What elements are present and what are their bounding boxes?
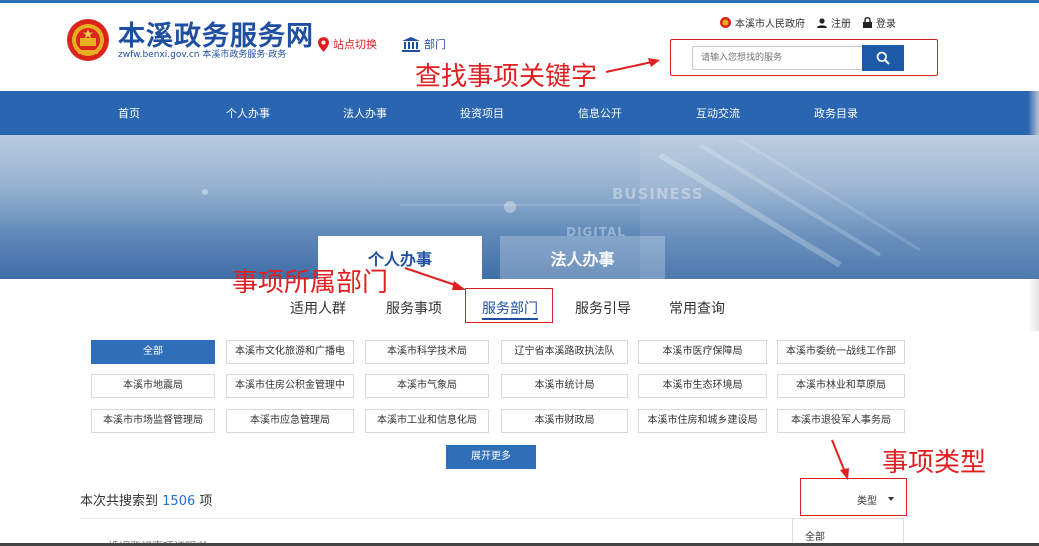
dept-item[interactable]: 本溪市工业和信息化局 — [365, 409, 489, 433]
top-links: 本溪市人民政府 注册 登录 — [720, 15, 896, 30]
city-gov-link[interactable]: 本溪市人民政府 — [720, 15, 805, 30]
type-option-all[interactable]: 全部 — [805, 528, 825, 543]
nav-interaction[interactable]: 互动交流 — [696, 105, 740, 121]
dept-item[interactable]: 本溪市气象局 — [365, 374, 489, 398]
nav-disclosure[interactable]: 信息公开 — [578, 105, 622, 121]
result-suffix: 项 — [199, 494, 213, 509]
nav-personal[interactable]: 个人办事 — [226, 105, 270, 121]
city-gov-label: 本溪市人民政府 — [735, 19, 805, 30]
tab-legal[interactable]: 法人办事 — [500, 236, 665, 279]
emblem-small-icon — [720, 17, 731, 28]
nav-catalog[interactable]: 政务目录 — [814, 105, 858, 121]
main-nav: 首页 个人办事 法人办事 投资项目 信息公开 互动交流 政务目录 — [0, 91, 1039, 135]
department-link[interactable]: 部门 — [402, 36, 446, 52]
type-annotation-label: 事项类型 — [882, 448, 987, 478]
subtab-common-query[interactable]: 常用查询 — [669, 298, 725, 318]
building-icon — [402, 36, 420, 52]
department-link-label: 部门 — [424, 38, 446, 51]
search-input[interactable] — [692, 46, 862, 70]
result-divider — [80, 518, 795, 519]
dept-item[interactable]: 本溪市科学技术局 — [365, 340, 489, 364]
dept-item[interactable]: 本溪市住房和城乡建设局 — [638, 409, 767, 433]
chevron-down-icon[interactable] — [888, 497, 894, 501]
lock-icon — [863, 17, 872, 28]
national-emblem-icon — [67, 19, 109, 61]
site-switch-label: 站点切换 — [333, 38, 377, 51]
dept-annotation-box — [465, 288, 553, 323]
subtab-audience[interactable]: 适用人群 — [290, 298, 346, 318]
subtab-guide[interactable]: 服务引导 — [575, 298, 631, 318]
result-prefix: 本次共搜索到 — [80, 494, 159, 509]
dept-item[interactable]: 本溪市林业和草原局 — [777, 374, 905, 398]
nav-home[interactable]: 首页 — [118, 105, 140, 121]
login-label: 登录 — [876, 19, 896, 30]
location-pin-icon — [318, 36, 329, 52]
nav-investment[interactable]: 投资项目 — [460, 105, 504, 121]
user-icon — [817, 17, 827, 28]
dept-item[interactable]: 本溪市住房公积金管理中 — [226, 374, 354, 398]
search-annotation-label: 查找事项关键字 — [415, 62, 598, 92]
search-button[interactable] — [862, 45, 904, 71]
register-link[interactable]: 注册 — [817, 15, 851, 30]
login-link[interactable]: 登录 — [863, 15, 896, 30]
site-switch-link[interactable]: 站点切换 — [318, 36, 377, 52]
dept-item[interactable]: 本溪市统计局 — [501, 374, 628, 398]
type-filter-label[interactable]: 类型 — [857, 492, 877, 507]
dept-item[interactable]: 本溪市应急管理局 — [226, 409, 354, 433]
result-summary: 本次共搜索到 1506 项 — [80, 490, 212, 509]
search-icon — [876, 51, 890, 65]
nav-legal[interactable]: 法人办事 — [343, 105, 387, 121]
dept-item[interactable]: 本溪市文化旅游和广播电 — [226, 340, 354, 364]
dept-item[interactable]: 本溪市委统一战线工作部 — [777, 340, 905, 364]
dept-item[interactable]: 本溪市生态环境局 — [638, 374, 767, 398]
result-count: 1506 — [162, 494, 196, 509]
dept-item[interactable]: 辽宁省本溪路政执法队 — [501, 340, 628, 364]
dept-item[interactable]: 本溪市财政局 — [501, 409, 628, 433]
site-subtitle: zwfw.benxi.gov.cn 本溪市政务服务·政务 — [118, 50, 287, 60]
dept-all[interactable]: 全部 — [91, 340, 215, 364]
expand-more-button[interactable]: 展开更多 — [446, 445, 536, 469]
register-label: 注册 — [831, 19, 851, 30]
dept-item[interactable]: 本溪市退役军人事务局 — [777, 409, 905, 433]
subtab-services[interactable]: 服务事项 — [386, 298, 442, 318]
dept-item[interactable]: 本溪市医疗保障局 — [638, 340, 767, 364]
dept-annotation-label: 事项所属部门 — [232, 268, 389, 298]
dept-item[interactable]: 本溪市地震局 — [91, 374, 215, 398]
type-dropdown-menu: 全部 — [792, 518, 904, 546]
banner-word-business: BUSINESS — [612, 185, 704, 203]
dept-item[interactable]: 本溪市市场监督管理局 — [91, 409, 215, 433]
